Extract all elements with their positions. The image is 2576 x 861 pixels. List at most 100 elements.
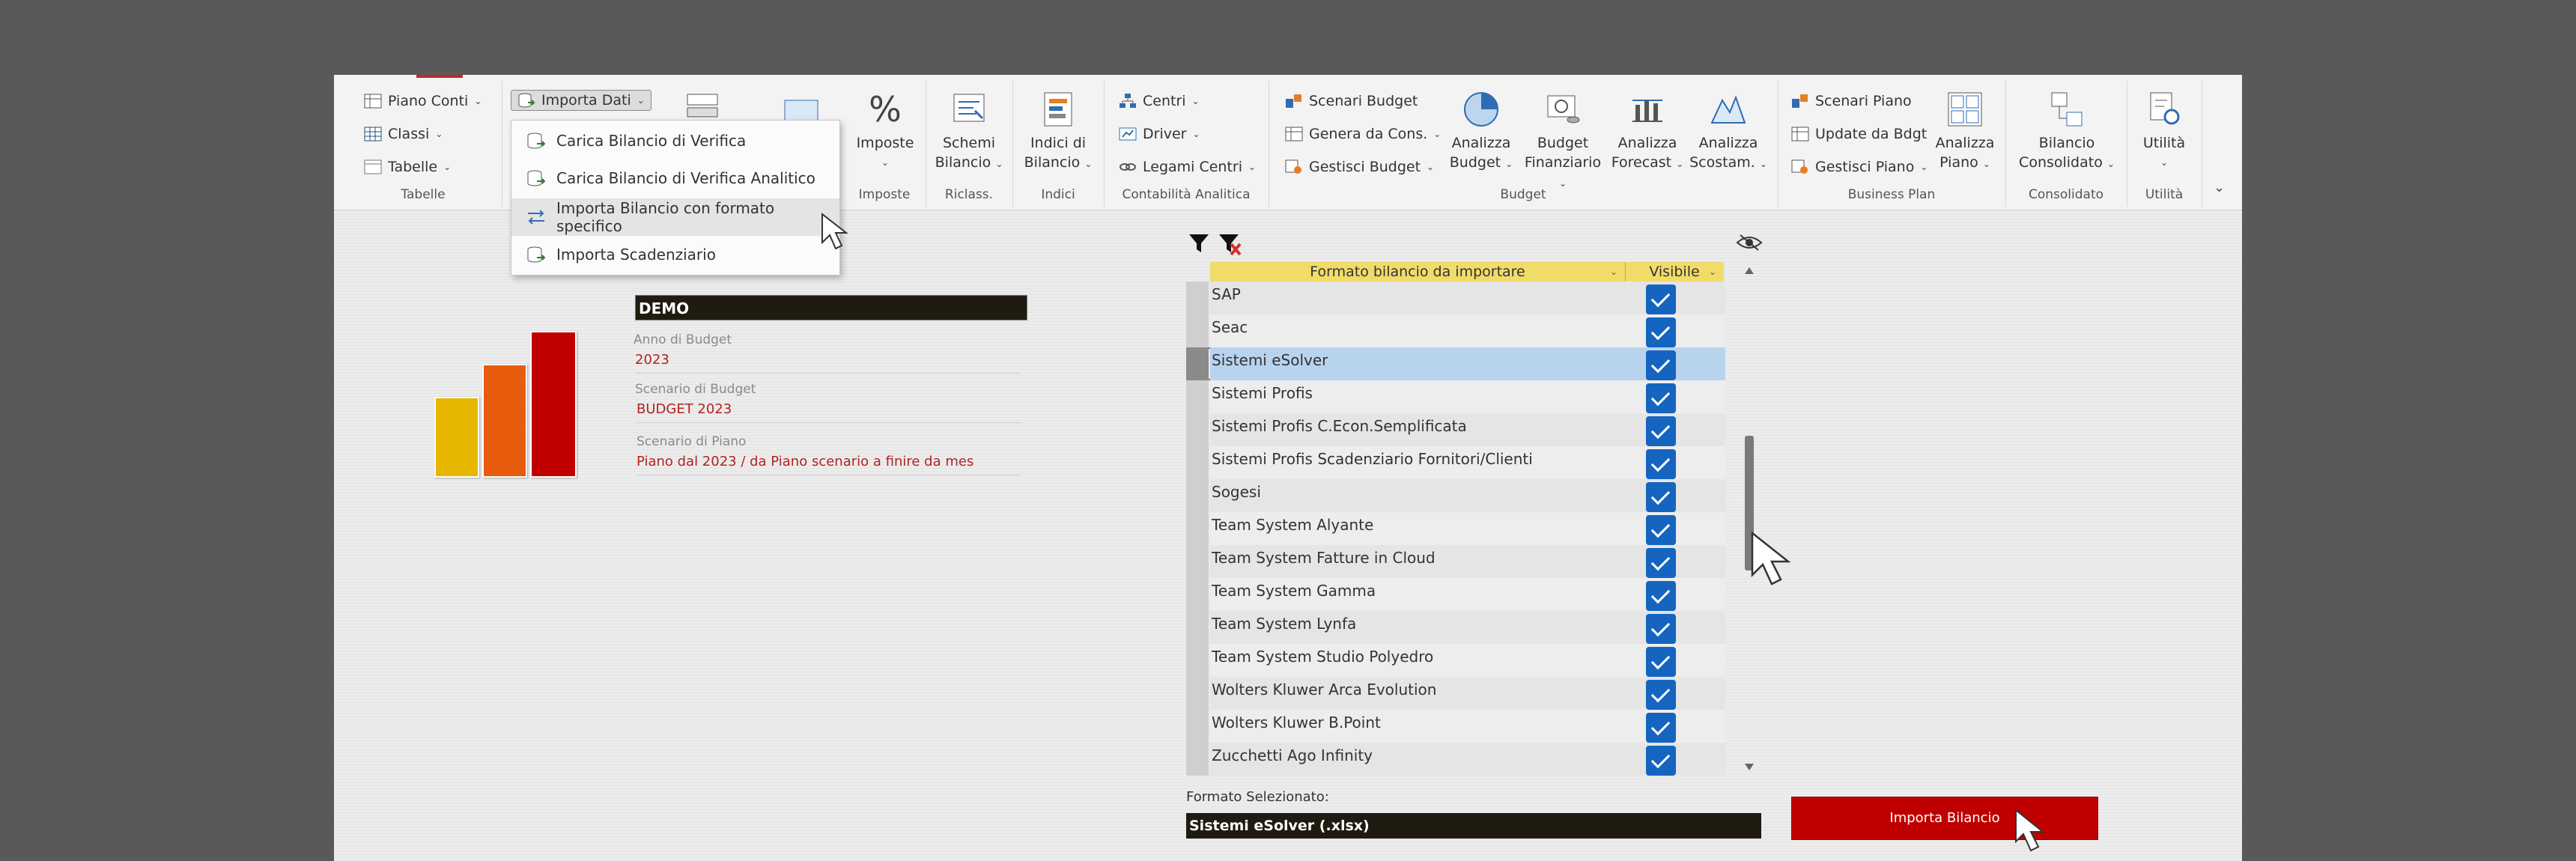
visible-checkbox[interactable]: [1646, 614, 1676, 644]
table-row[interactable]: Sistemi Profis C.Econ.Semplificata: [1186, 413, 1725, 446]
row-selector[interactable]: [1186, 380, 1209, 413]
imposte-button[interactable]: % Imposte ⌄: [851, 89, 920, 172]
gestisci-budget-button[interactable]: Gestisci Budget ⌄: [1285, 159, 1434, 175]
row-selector[interactable]: [1186, 479, 1209, 512]
importa-dati-button[interactable]: Importa Dati ⌄: [511, 90, 651, 111]
analizza-budget-button[interactable]: Analizza Budget ⌄: [1444, 90, 1519, 174]
table-row[interactable]: Zucchetti Ago Infinity: [1186, 743, 1725, 776]
genera-da-cons-button[interactable]: Genera da Cons. ⌄: [1285, 126, 1441, 142]
visible-checkbox[interactable]: [1646, 317, 1676, 347]
table-row[interactable]: Wolters Kluwer B.Point: [1186, 710, 1725, 743]
table-row[interactable]: Sistemi Profis: [1186, 380, 1725, 413]
row-visible-cell: [1626, 479, 1725, 512]
table-row[interactable]: Team System Gamma: [1186, 578, 1725, 611]
table-row[interactable]: SAP: [1186, 282, 1725, 314]
visible-checkbox[interactable]: [1646, 482, 1676, 512]
row-selector[interactable]: [1186, 347, 1209, 380]
table-row[interactable]: Team System Fatture in Cloud: [1186, 545, 1725, 578]
driver-button[interactable]: Driver ⌄: [1119, 126, 1200, 142]
menu-item-carica-bilancio[interactable]: Carica Bilancio di Verifica: [511, 122, 839, 159]
sort-dropdown-icon[interactable]: ⌄: [1709, 262, 1716, 282]
row-selector[interactable]: [1186, 282, 1209, 314]
row-selector[interactable]: [1186, 743, 1209, 776]
sort-dropdown-icon[interactable]: ⌄: [1610, 262, 1617, 282]
legami-centri-button[interactable]: Legami Centri ⌄: [1119, 159, 1256, 175]
indici-bilancio-button[interactable]: Indici di Bilancio ⌄: [1018, 90, 1098, 174]
analizza-scostam-button[interactable]: Analizza Scostam. ⌄: [1688, 90, 1769, 174]
table-row[interactable]: Team System Lynfa: [1186, 611, 1725, 644]
table-header: Formato bilancio da importare ⌄ Visibile…: [1210, 262, 1724, 282]
visible-checkbox[interactable]: [1646, 383, 1676, 413]
visible-checkbox[interactable]: [1646, 581, 1676, 611]
visible-checkbox[interactable]: [1646, 548, 1676, 578]
row-selector[interactable]: [1186, 578, 1209, 611]
clear-filter-icon[interactable]: [1218, 232, 1243, 256]
budget-finanziario-button[interactable]: Budget Finanziario ⌄: [1520, 90, 1606, 193]
table-row-selected[interactable]: Sistemi eSolver: [1186, 347, 1725, 380]
row-selector[interactable]: [1186, 710, 1209, 743]
grid-icon: [364, 126, 382, 142]
bilancio-consolidato-button[interactable]: Bilancio Consolidato ⌄: [2013, 90, 2121, 174]
scroll-down-icon[interactable]: [1743, 762, 1755, 773]
group-label-consolidato: Consolidato: [2028, 187, 2104, 202]
menu-item-carica-bilancio-analitico[interactable]: Carica Bilancio di Verifica Analitico: [511, 159, 839, 197]
update-icon: [1791, 126, 1809, 142]
analizza-piano-button[interactable]: Analizza Piano ⌄: [1928, 90, 2002, 174]
table-scrollbar[interactable]: [1737, 262, 1761, 782]
table-row[interactable]: Seac: [1186, 314, 1725, 347]
table-row[interactable]: Team System Studio Polyedro: [1186, 644, 1725, 677]
menu-item-importa-formato-specifico[interactable]: Importa Bilancio con formato specifico: [511, 198, 839, 236]
visible-checkbox[interactable]: [1646, 647, 1676, 677]
table-row[interactable]: Team System Alyante: [1186, 512, 1725, 545]
anno-budget-value: 2023: [635, 352, 669, 368]
row-format-name: Team System Alyante: [1210, 512, 1626, 545]
database-import-icon: [526, 168, 546, 188]
scenari-piano-button[interactable]: Scenari Piano: [1791, 93, 1912, 109]
visible-checkbox[interactable]: [1646, 515, 1676, 545]
visible-checkbox[interactable]: [1646, 449, 1676, 479]
visible-checkbox[interactable]: [1646, 713, 1676, 743]
tabelle-button[interactable]: Tabelle ⌄: [364, 159, 451, 175]
column-header-visibile[interactable]: Visibile ⌄: [1626, 262, 1722, 282]
table-row[interactable]: Sistemi Profis Scadenziario Fornitori/Cl…: [1186, 446, 1725, 479]
update-da-bdgt-button[interactable]: Update da Bdgt: [1791, 126, 1927, 142]
org-chart-icon: [1119, 93, 1137, 109]
row-selector[interactable]: [1186, 611, 1209, 644]
row-selector[interactable]: [1186, 413, 1209, 446]
row-selector[interactable]: [1186, 512, 1209, 545]
utilita-button[interactable]: Utilità ⌄: [2133, 90, 2196, 172]
visible-checkbox[interactable]: [1646, 285, 1676, 314]
menu-item-importa-scadenziario[interactable]: Importa Scadenziario: [511, 236, 839, 273]
row-selector[interactable]: [1186, 314, 1209, 347]
logo-bar-red: [530, 331, 577, 478]
row-visible-cell: [1626, 578, 1725, 611]
column-header-formato[interactable]: Formato bilancio da importare ⌄: [1210, 262, 1626, 282]
visible-checkbox[interactable]: [1646, 350, 1676, 380]
analizza-forecast-button[interactable]: Analizza Forecast ⌄: [1609, 90, 1686, 174]
manage-icon: [1285, 159, 1303, 175]
utility-gear-icon: [2145, 90, 2184, 129]
row-format-name: Sistemi eSolver: [1210, 347, 1626, 380]
group-label-tabelle: Tabelle: [401, 187, 446, 202]
row-selector[interactable]: [1186, 446, 1209, 479]
scroll-up-icon[interactable]: [1743, 265, 1755, 276]
filter-icon[interactable]: [1188, 232, 1210, 255]
collapse-ribbon-button[interactable]: ⌄: [2214, 180, 2225, 195]
table-row[interactable]: Sogesi: [1186, 479, 1725, 512]
visible-checkbox[interactable]: [1646, 416, 1676, 446]
visible-checkbox[interactable]: [1646, 680, 1676, 710]
piano-conti-button[interactable]: Piano Conti ⌄: [364, 93, 482, 109]
gestisci-piano-button[interactable]: Gestisci Piano ⌄: [1791, 159, 1928, 175]
row-selector[interactable]: [1186, 677, 1209, 710]
table-row[interactable]: Wolters Kluwer Arca Evolution: [1186, 677, 1725, 710]
centri-button[interactable]: Centri ⌄: [1119, 93, 1200, 109]
row-format-name: Wolters Kluwer Arca Evolution: [1210, 677, 1626, 710]
classi-button[interactable]: Classi ⌄: [364, 126, 443, 142]
row-selector[interactable]: [1186, 644, 1209, 677]
active-tab-indicator: [416, 75, 463, 78]
visible-checkbox[interactable]: [1646, 746, 1676, 776]
schemi-bilancio-button[interactable]: Schemi Bilancio ⌄: [932, 90, 1006, 174]
scenari-budget-button[interactable]: Scenari Budget: [1285, 93, 1418, 109]
row-selector[interactable]: [1186, 545, 1209, 578]
hide-eye-icon[interactable]: [1736, 232, 1763, 253]
